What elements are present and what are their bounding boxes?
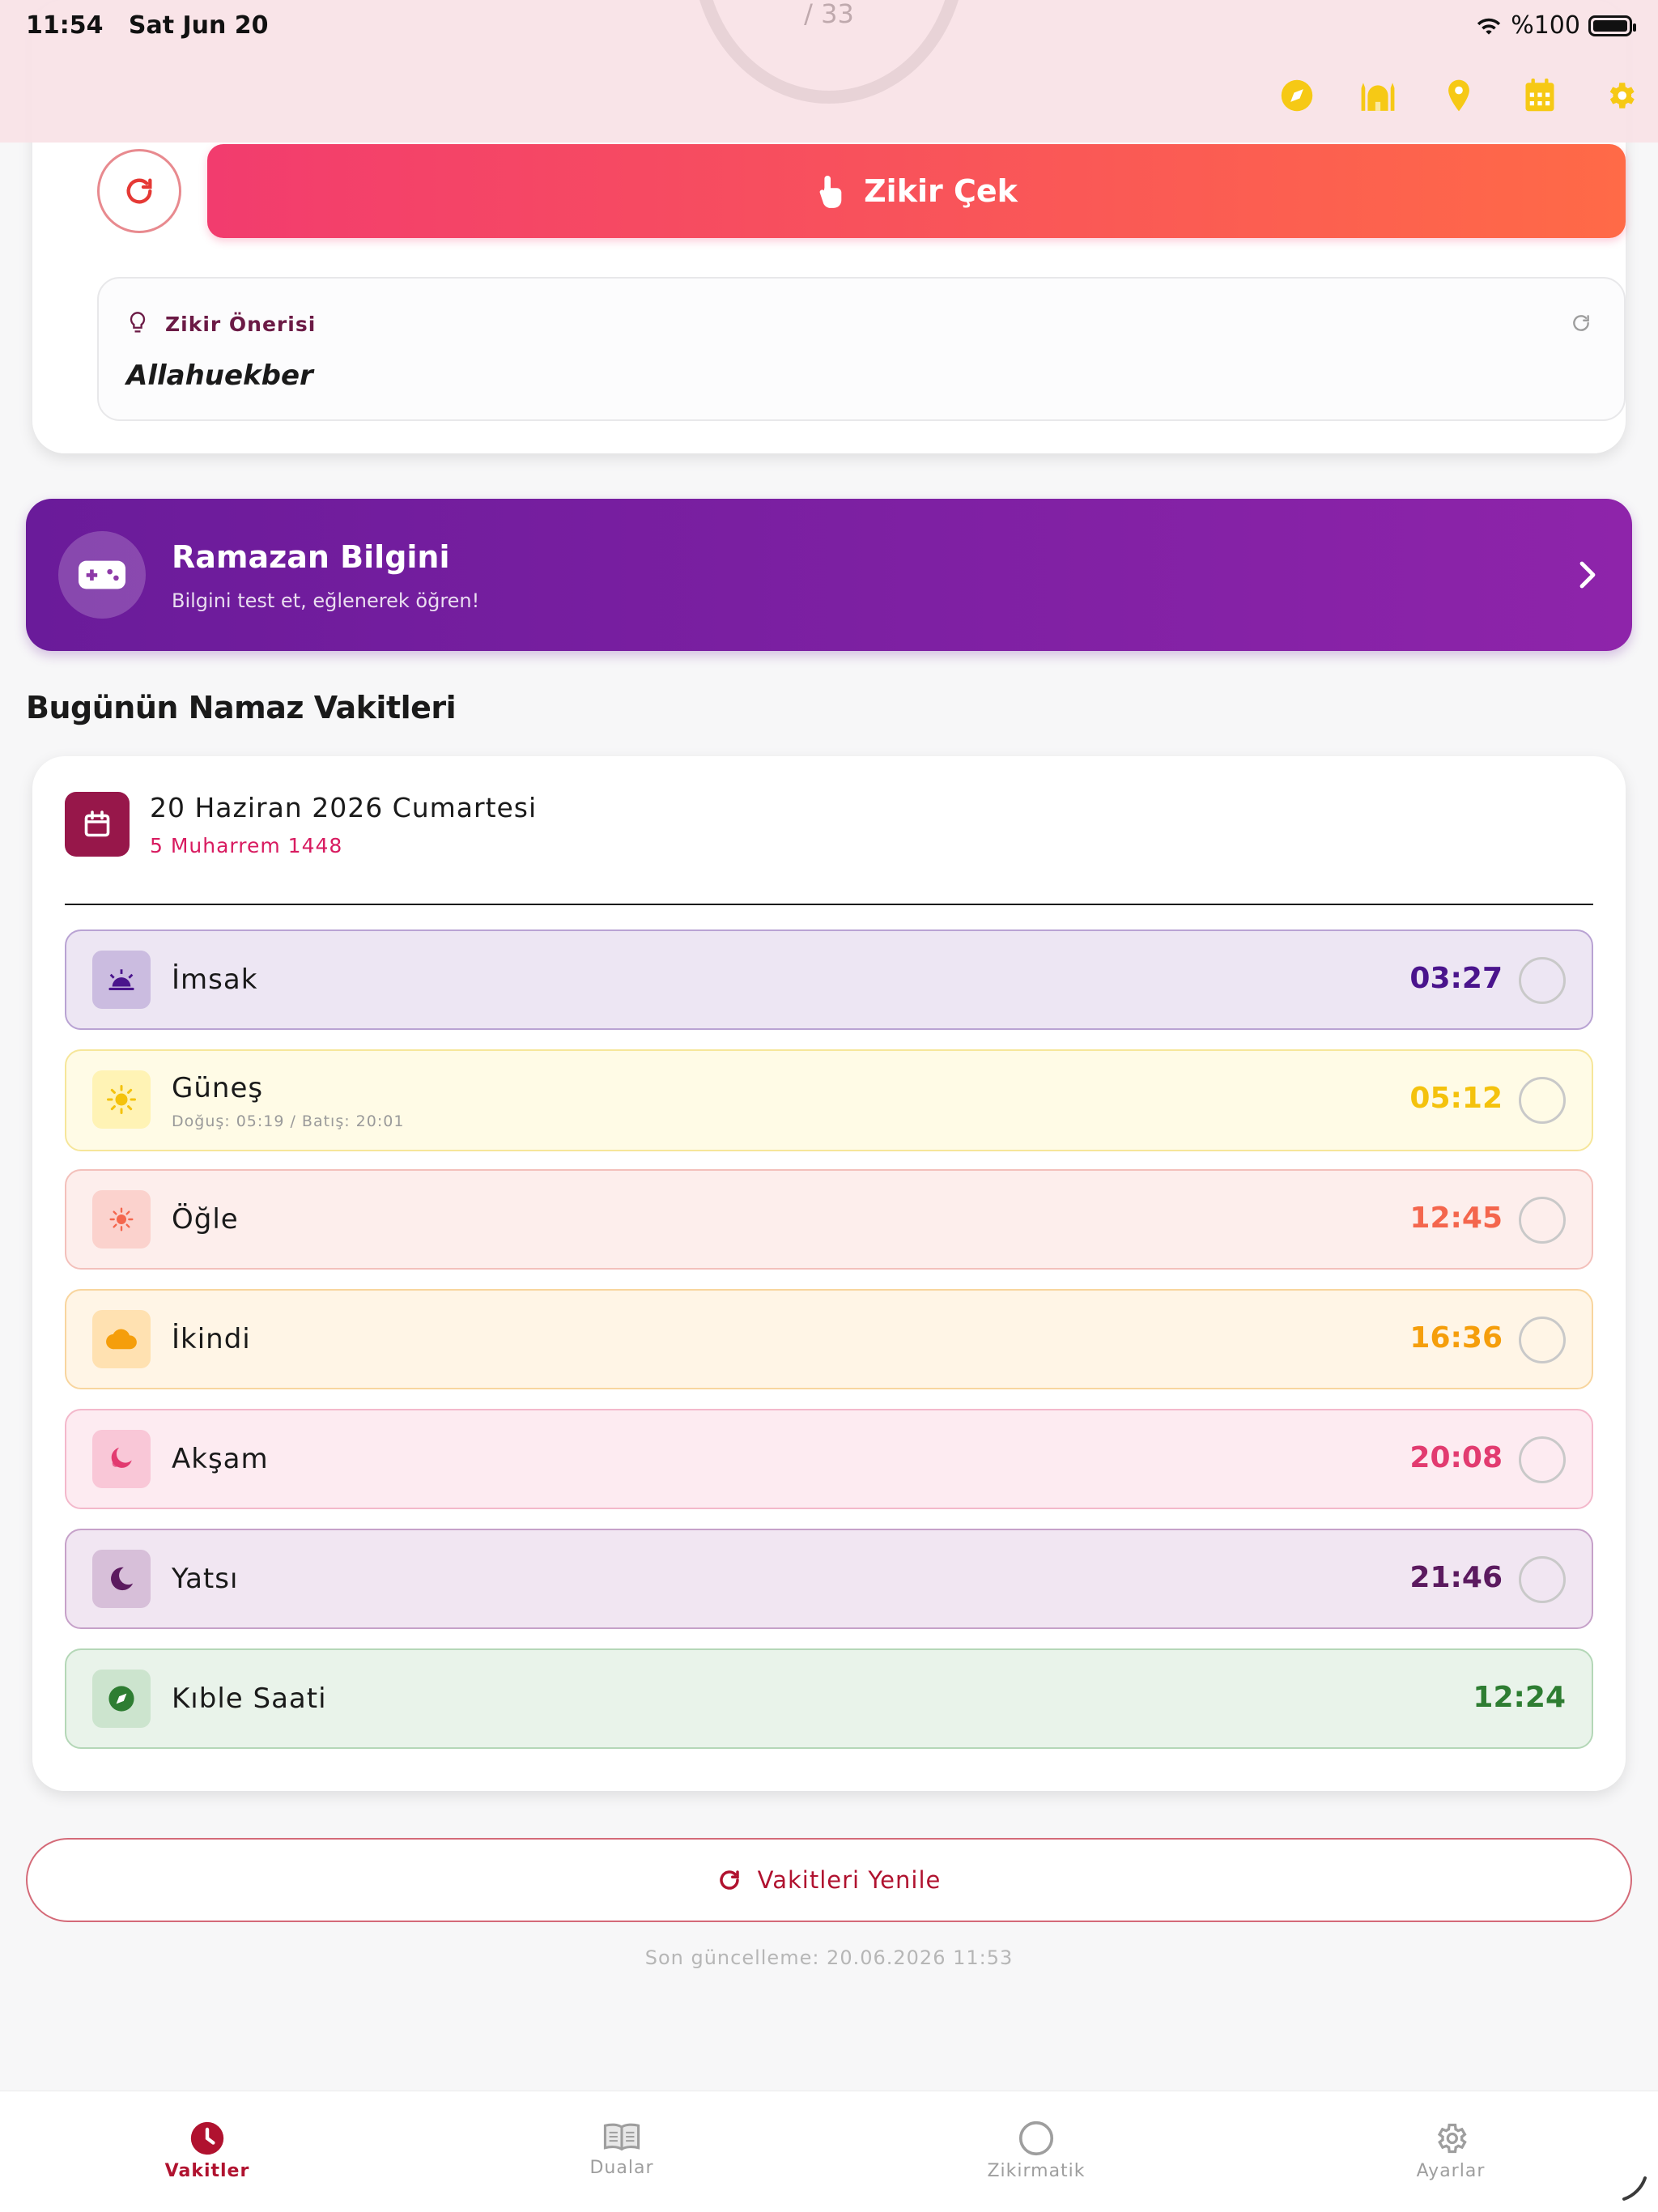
prayer-times-card: 20 Haziran 2026 Cumartesi 5 Muharrem 144…: [32, 756, 1626, 1791]
gregorian-date: 20 Haziran 2026 Cumartesi: [150, 792, 538, 823]
prayer-done-checkbox[interactable]: [1519, 1077, 1566, 1124]
prayer-done-checkbox[interactable]: [1519, 1317, 1566, 1363]
prayer-done-checkbox[interactable]: [1519, 957, 1566, 1004]
clock-icon: [190, 2121, 224, 2155]
divider: [65, 904, 1593, 905]
app-header: / 33 11:54 Sat Jun 20 %100: [0, 0, 1658, 143]
compass-icon[interactable]: [1279, 78, 1315, 113]
refresh-times-button[interactable]: Vakitleri Yenile: [26, 1838, 1632, 1922]
gear-icon: [1437, 2123, 1467, 2154]
zikir-suggestion-box: Zikir Önerisi Allahuekber: [97, 277, 1626, 421]
nav-label: Zikirmatik: [987, 2161, 1086, 2181]
ramazan-subtitle: Bilgini test et, eğlenerek öğren!: [172, 589, 480, 612]
battery-percent: %100: [1511, 11, 1580, 40]
ramazan-title: Ramazan Bilgini: [172, 539, 450, 575]
nav-tab-ayarlar[interactable]: Ayarlar: [1244, 2091, 1658, 2212]
prayer-time: 05:12: [1409, 1082, 1503, 1115]
nav-label: Dualar: [589, 2158, 654, 2178]
sunrise-icon: [92, 951, 151, 1009]
counter-target: / 33: [804, 0, 854, 29]
prayer-name: Öğle: [172, 1203, 239, 1236]
gamepad-icon: [58, 531, 146, 619]
zikir-cek-label: Zikir Çek: [864, 173, 1018, 209]
book-icon: [603, 2123, 640, 2151]
section-title: Bugünün Namaz Vakitleri: [26, 690, 457, 725]
ramazan-quiz-banner[interactable]: Ramazan Bilgini Bilgini test et, eğlener…: [26, 499, 1632, 651]
nav-tab-vakitler[interactable]: Vakitler: [0, 2091, 414, 2212]
status-right: %100: [1475, 11, 1636, 40]
prayer-subtext: Doğuş: 05:19 / Batış: 20:01: [172, 1112, 405, 1130]
prayer-row[interactable]: Akşam 20:08: [65, 1409, 1593, 1509]
suggestion-refresh-icon[interactable]: [1571, 313, 1592, 334]
nav-tab-dualar[interactable]: Dualar: [414, 2091, 829, 2212]
suggestion-title: Zikir Önerisi: [165, 313, 317, 336]
compass-icon: [92, 1670, 151, 1728]
sun-bright-icon: [92, 1190, 151, 1249]
prayer-time: 03:27: [1409, 962, 1503, 995]
refresh-icon: [126, 178, 152, 204]
moon-icon: [92, 1550, 151, 1608]
calendar-icon[interactable]: [1522, 78, 1558, 113]
nav-tab-zikirmatik[interactable]: Zikirmatik: [829, 2091, 1244, 2212]
prayer-row[interactable]: Kıble Saati 12:24: [65, 1648, 1593, 1749]
prayer-row[interactable]: Yatsı 21:46: [65, 1529, 1593, 1629]
refresh-label: Vakitleri Yenile: [757, 1866, 942, 1894]
sun-icon: [92, 1070, 151, 1129]
prayer-row[interactable]: Öğle 12:45: [65, 1169, 1593, 1270]
cloud-icon: [92, 1310, 151, 1368]
mosque-icon[interactable]: [1360, 78, 1396, 113]
battery-icon: [1588, 15, 1636, 36]
reset-counter-button[interactable]: [97, 149, 181, 233]
prayer-time: 16:36: [1409, 1321, 1503, 1355]
tap-hand-icon: [819, 176, 842, 208]
prayer-row[interactable]: Güneş Doğuş: 05:19 / Batış: 20:01 05:12: [65, 1049, 1593, 1151]
home-indicator: [1622, 2176, 1647, 2201]
prayer-row[interactable]: İkindi 16:36: [65, 1289, 1593, 1389]
status-time: 11:54 Sat Jun 20: [26, 11, 269, 40]
wifi-icon: [1477, 18, 1501, 35]
location-icon[interactable]: [1441, 78, 1477, 113]
settings-icon[interactable]: [1603, 78, 1639, 113]
sunset-icon: [92, 1430, 151, 1488]
prayer-time: 20:08: [1409, 1441, 1503, 1474]
bottom-nav: Vakitler Dualar Zikirmatik Ayarlar: [0, 2091, 1658, 2212]
last-update-text: Son güncelleme: 20.06.2026 11:53: [644, 1946, 1014, 1969]
chevron-right-icon: [1579, 561, 1596, 589]
nav-label: Vakitler: [164, 2161, 250, 2181]
prayer-name: Yatsı: [172, 1563, 239, 1595]
refresh-icon: [719, 1870, 739, 1890]
lightbulb-icon: [130, 312, 146, 333]
prayer-done-checkbox[interactable]: [1519, 1197, 1566, 1244]
circle-icon: [1018, 2121, 1054, 2156]
prayer-row[interactable]: İmsak 03:27: [65, 929, 1593, 1030]
prayer-name: Kıble Saati: [172, 1682, 327, 1715]
prayer-time: 12:45: [1409, 1202, 1503, 1235]
prayer-time: 21:46: [1409, 1561, 1503, 1594]
prayer-time: 12:24: [1473, 1681, 1566, 1714]
suggestion-text: Allahuekber: [126, 359, 313, 392]
hijri-date: 5 Muharrem 1448: [150, 834, 343, 857]
prayer-name: Akşam: [172, 1443, 269, 1475]
prayer-name: Güneş: [172, 1072, 264, 1104]
zikir-cek-button[interactable]: Zikir Çek: [207, 144, 1626, 238]
calendar-date-icon: [65, 792, 130, 857]
prayer-done-checkbox[interactable]: [1519, 1556, 1566, 1603]
prayer-name: İmsak: [172, 963, 258, 996]
prayer-name: İkindi: [172, 1323, 251, 1355]
header-actions: [1279, 78, 1639, 113]
prayer-done-checkbox[interactable]: [1519, 1436, 1566, 1483]
nav-label: Ayarlar: [1416, 2161, 1486, 2181]
